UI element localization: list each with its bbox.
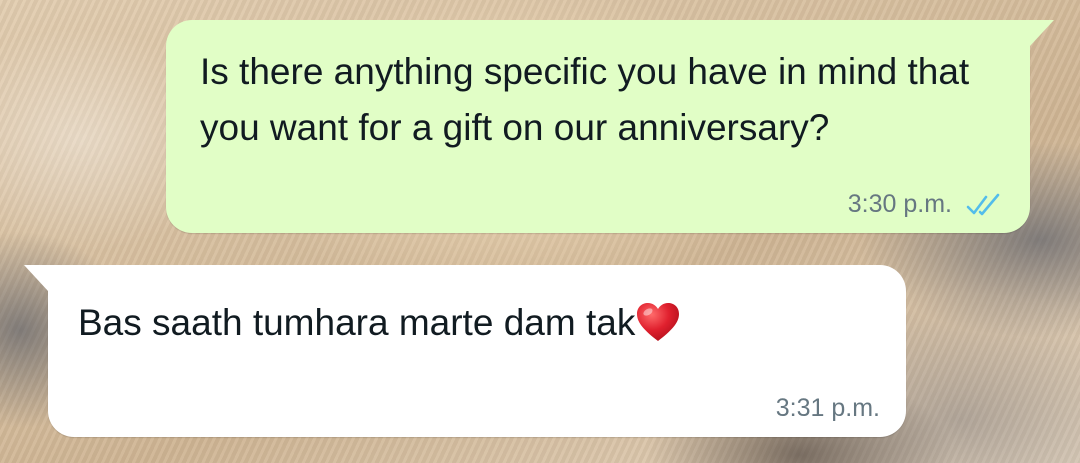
message-text: Is there anything specific you have in m… [200,51,980,148]
message-text: Bas saath tumhara marte dam tak [78,302,636,343]
message-meta: 3:30 p.m. [848,190,1002,219]
incoming-message-bubble[interactable]: Bas saath tumhara marte dam tak 3:31 p.m… [24,265,906,437]
message-meta: 3:31 p.m. [776,394,880,423]
bubble-tail [1030,20,1054,46]
message-timestamp: 3:31 p.m. [775,394,880,422]
double-check-read-icon [966,193,1000,215]
message-timestamp: 3:30 p.m. [847,190,952,218]
red-heart-icon [637,303,680,341]
bubble-tail [24,265,48,291]
message-text-line: Bas saath tumhara marte dam tak [78,295,878,351]
outgoing-message-bubble[interactable]: Is there anything specific you have in m… [166,20,1054,233]
